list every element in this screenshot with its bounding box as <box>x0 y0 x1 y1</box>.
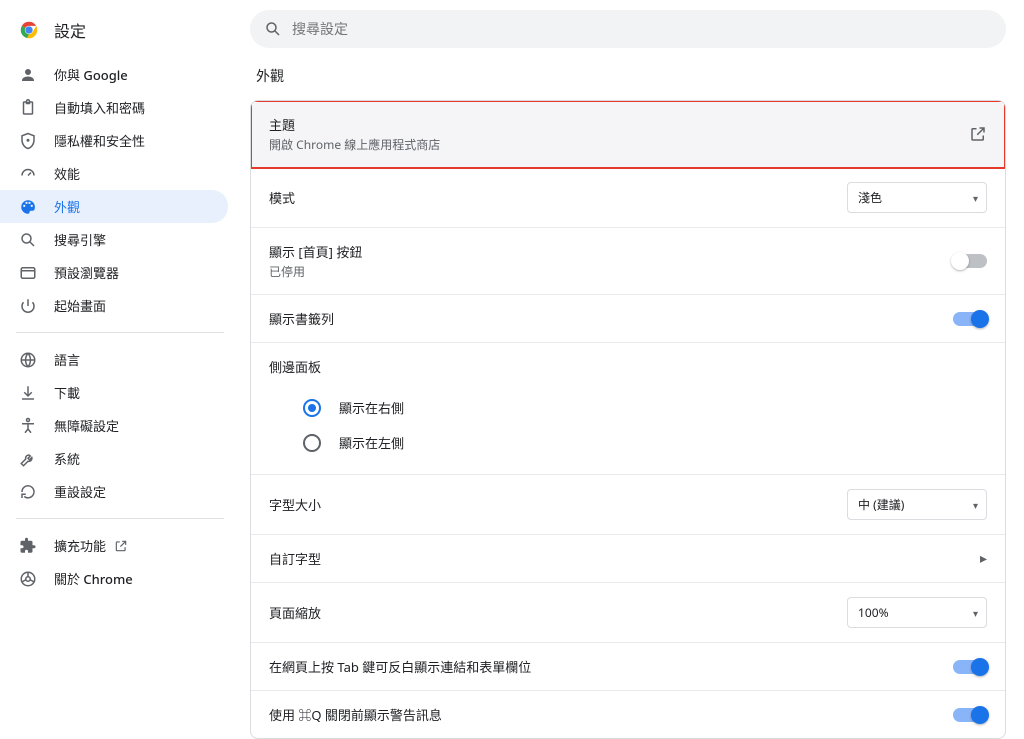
side-panel-right-option[interactable]: 顯示在右側 <box>269 390 987 425</box>
sidebar-item-label: 語言 <box>54 350 80 369</box>
radio-label: 顯示在左側 <box>339 433 404 452</box>
radio-label: 顯示在右側 <box>339 398 404 417</box>
chrome-outline-icon <box>18 570 38 588</box>
side-panel-left-option[interactable]: 顯示在左側 <box>269 425 987 460</box>
download-icon <box>18 384 38 402</box>
sidebar-item-label: 效能 <box>54 164 80 183</box>
row-theme[interactable]: 主題 開啟 Chrome 線上應用程式商店 <box>251 101 1005 168</box>
wrench-icon <box>18 450 38 468</box>
power-icon <box>18 297 38 315</box>
section-title: 外觀 <box>256 66 1006 86</box>
sidebar-list-2: 語言 下載 無障礙設定 系統 重設設定 <box>0 343 240 508</box>
side-panel-title: 側邊面板 <box>269 357 987 376</box>
row-title: 模式 <box>269 188 847 207</box>
sidebar-item-label: 你與 Google <box>54 65 128 84</box>
chevron-right-icon: ▸ <box>980 549 987 568</box>
sidebar-item-label: 搜尋引擎 <box>54 230 106 249</box>
sidebar-item-label: 系統 <box>54 449 80 468</box>
row-tab-highlight: 在網頁上按 Tab 鍵可反白顯示連結和表單欄位 <box>251 643 1005 691</box>
palette-icon <box>18 198 38 216</box>
sidebar-item-languages[interactable]: 語言 <box>0 343 228 376</box>
row-page-zoom: 頁面縮放 100% <box>251 583 1005 643</box>
row-title: 自訂字型 <box>269 549 980 568</box>
globe-icon <box>18 351 38 369</box>
bookmarks-toggle[interactable] <box>953 312 987 326</box>
row-title: 在網頁上按 Tab 鍵可反白顯示連結和表單欄位 <box>269 657 953 676</box>
sidebar-item-system[interactable]: 系統 <box>0 442 228 475</box>
search-input[interactable] <box>292 20 992 39</box>
sidebar-item-you-and-google[interactable]: 你與 Google <box>0 58 228 91</box>
sidebar-item-performance[interactable]: 效能 <box>0 157 228 190</box>
row-title: 字型大小 <box>269 495 847 514</box>
open-in-new-icon <box>969 125 987 143</box>
sidebar-divider <box>16 332 224 333</box>
sidebar-item-appearance[interactable]: 外觀 <box>0 190 228 223</box>
tab-highlight-toggle[interactable] <box>953 660 987 674</box>
sidebar-item-downloads[interactable]: 下載 <box>0 376 228 409</box>
extension-icon <box>18 537 38 555</box>
row-title: 頁面縮放 <box>269 603 847 622</box>
sidebar-header: 設定 <box>0 14 240 58</box>
row-subtitle: 已停用 <box>269 263 953 280</box>
search-icon <box>18 231 38 249</box>
row-subtitle: 開啟 Chrome 線上應用程式商店 <box>269 136 969 153</box>
speedometer-icon <box>18 165 38 183</box>
sidebar-item-label: 起始畫面 <box>54 296 106 315</box>
home-button-toggle[interactable] <box>953 254 987 268</box>
row-home-button: 顯示 [首頁] 按鈕 已停用 <box>251 228 1005 295</box>
open-in-new-icon <box>114 539 128 553</box>
row-side-panel: 側邊面板 顯示在右側 顯示在左側 <box>251 343 1005 475</box>
sidebar-list-1: 你與 Google 自動填入和密碼 隱私權和安全性 效能 外觀 搜尋引擎 <box>0 58 240 322</box>
row-title: 主題 <box>269 115 969 134</box>
sidebar-item-label: 無障礙設定 <box>54 416 119 435</box>
sidebar-item-autofill[interactable]: 自動填入和密碼 <box>0 91 228 124</box>
browser-icon <box>18 264 38 282</box>
sidebar-item-privacy[interactable]: 隱私權和安全性 <box>0 124 228 157</box>
quit-warn-toggle[interactable] <box>953 708 987 722</box>
sidebar-item-reset[interactable]: 重設設定 <box>0 475 228 508</box>
appearance-card: 主題 開啟 Chrome 線上應用程式商店 模式 淺色 顯示 [首頁] 按鈕 已… <box>250 100 1006 739</box>
sidebar-item-label: 關於 Chrome <box>54 569 133 588</box>
sidebar-item-label: 外觀 <box>54 197 80 216</box>
row-title: 使用 ⌘Q 關閉前顯示警告訊息 <box>269 705 953 724</box>
row-title: 顯示書籤列 <box>269 309 953 328</box>
shield-icon <box>18 132 38 150</box>
main-content: 外觀 主題 開啟 Chrome 線上應用程式商店 模式 淺色 顯示 <box>240 0 1024 620</box>
zoom-select[interactable]: 100% <box>847 597 987 628</box>
sidebar-item-about-chrome[interactable]: 關於 Chrome <box>0 562 228 595</box>
sidebar-item-on-startup[interactable]: 起始畫面 <box>0 289 228 322</box>
row-title: 顯示 [首頁] 按鈕 <box>269 242 953 261</box>
person-icon <box>18 66 38 84</box>
sidebar-list-3: 擴充功能 關於 Chrome <box>0 529 240 595</box>
row-font-size: 字型大小 中 (建議) <box>251 475 1005 535</box>
mode-select[interactable]: 淺色 <box>847 182 987 213</box>
sidebar: 設定 你與 Google 自動填入和密碼 隱私權和安全性 效能 外觀 <box>0 0 240 620</box>
sidebar-item-label: 下載 <box>54 383 80 402</box>
accessibility-icon <box>18 417 38 435</box>
sidebar-item-label: 擴充功能 <box>54 536 106 555</box>
sidebar-item-search-engine[interactable]: 搜尋引擎 <box>0 223 228 256</box>
page-title: 設定 <box>54 18 86 42</box>
row-quit-warn: 使用 ⌘Q 關閉前顯示警告訊息 <box>251 691 1005 738</box>
sidebar-item-extensions[interactable]: 擴充功能 <box>0 529 228 562</box>
search-icon <box>264 20 282 38</box>
font-size-select[interactable]: 中 (建議) <box>847 489 987 520</box>
search-bar[interactable] <box>250 10 1006 48</box>
row-custom-font[interactable]: 自訂字型 ▸ <box>251 535 1005 583</box>
radio-icon <box>303 434 321 452</box>
sidebar-item-accessibility[interactable]: 無障礙設定 <box>0 409 228 442</box>
reset-icon <box>18 483 38 501</box>
sidebar-divider <box>16 518 224 519</box>
radio-icon <box>303 399 321 417</box>
sidebar-item-label: 隱私權和安全性 <box>54 131 145 150</box>
row-mode: 模式 淺色 <box>251 168 1005 228</box>
sidebar-item-label: 重設設定 <box>54 482 106 501</box>
row-bookmarks-bar: 顯示書籤列 <box>251 295 1005 343</box>
chrome-logo-icon <box>18 19 40 41</box>
clipboard-icon <box>18 99 38 117</box>
sidebar-item-label: 預設瀏覽器 <box>54 263 119 282</box>
sidebar-item-default-browser[interactable]: 預設瀏覽器 <box>0 256 228 289</box>
sidebar-item-label: 自動填入和密碼 <box>54 98 145 117</box>
